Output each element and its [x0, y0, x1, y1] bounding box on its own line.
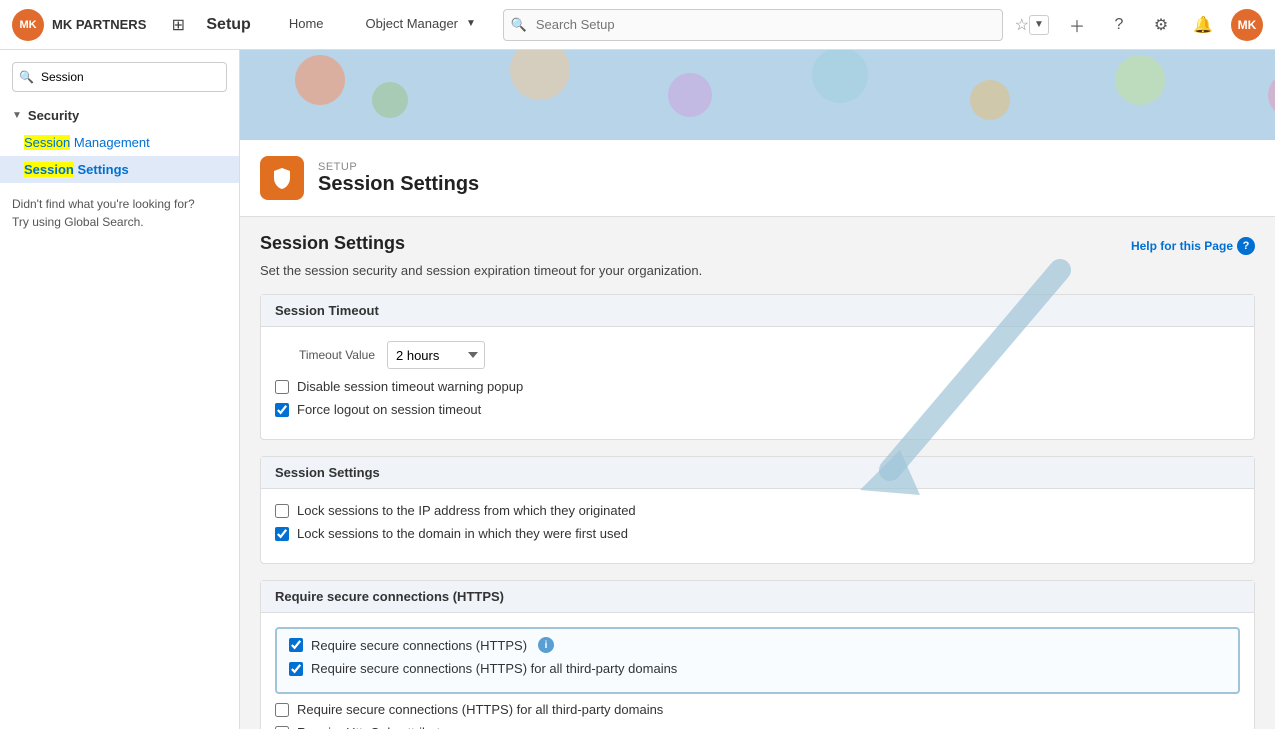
require-https-label: Require secure connections (HTTPS): [311, 638, 527, 653]
lock-domain-row: Lock sessions to the domain in which the…: [275, 526, 1240, 541]
main-wrapper: SETUP Session Settings Session Settings …: [240, 50, 1275, 729]
require-https-checkbox[interactable]: [289, 638, 303, 652]
sidebar-section-security[interactable]: ▼ Security: [0, 102, 239, 129]
favorites-dropdown-button[interactable]: ▼: [1029, 15, 1049, 35]
page-header-text: SETUP Session Settings: [318, 161, 479, 196]
page-icon: [260, 156, 304, 200]
require-https-third-party-checkbox2[interactable]: [275, 703, 289, 717]
force-logout-checkbox[interactable]: [275, 403, 289, 417]
require-https-row: Require secure connections (HTTPS) i: [289, 637, 1226, 653]
content-title: Session Settings: [260, 233, 405, 254]
require-https-third-party-label: Require secure connections (HTTPS) for a…: [311, 661, 677, 676]
lock-domain-checkbox[interactable]: [275, 527, 289, 541]
search-input[interactable]: [503, 9, 1003, 41]
content-title-row: Session Settings Help for this Page ?: [260, 233, 1255, 255]
lock-domain-label: Lock sessions to the domain in which the…: [297, 526, 628, 541]
add-button[interactable]: ＋: [1063, 11, 1091, 39]
grid-icon[interactable]: ⊞: [164, 11, 192, 39]
force-logout-label: Force logout on session timeout: [297, 402, 481, 417]
require-httponly-checkbox[interactable]: [275, 726, 289, 729]
session-timeout-body: Timeout Value 2 hours 30 minutes 1 hour …: [261, 327, 1254, 439]
sidebar-search-input[interactable]: [12, 62, 227, 92]
page-header-title: Session Settings: [318, 173, 479, 196]
timeout-label: Timeout Value: [275, 348, 375, 362]
disable-timeout-warning-checkbox[interactable]: [275, 380, 289, 394]
sidebar-search-icon: 🔍: [19, 70, 34, 84]
page-header: SETUP Session Settings: [240, 140, 1275, 217]
disable-timeout-warning-label: Disable session timeout warning popup: [297, 379, 523, 394]
require-https-third-party-row2: Require secure connections (HTTPS) for a…: [275, 702, 1240, 717]
setup-breadcrumb: SETUP: [318, 161, 479, 173]
require-httponly-row: Require HttpOnly attribute: [275, 725, 1240, 729]
company-name: MK PARTNERS: [52, 17, 146, 32]
object-manager-tab[interactable]: Object Manager ▼: [350, 0, 492, 50]
timeout-select[interactable]: 2 hours 30 minutes 1 hour 4 hours 8 hour…: [387, 341, 485, 369]
banner-area: [240, 50, 1275, 140]
top-navigation: MK MK PARTNERS ⊞ Setup Home Object Manag…: [0, 0, 1275, 50]
require-httponly-label: Require HttpOnly attribute: [297, 725, 447, 729]
session-timeout-header: Session Timeout: [261, 295, 1254, 327]
sidebar: 🔍 ▼ Security Session Management Session …: [0, 50, 240, 729]
https-section: Require secure connections (HTTPS) Requi…: [260, 580, 1255, 729]
sidebar-item-session-settings[interactable]: Session Settings: [0, 156, 239, 183]
disable-timeout-warning-row: Disable session timeout warning popup: [275, 379, 1240, 394]
sidebar-item-session-management[interactable]: Session Management: [0, 129, 239, 156]
home-tab[interactable]: Home: [273, 0, 340, 50]
content-description: Set the session security and session exp…: [260, 263, 1255, 278]
require-https-third-party-checkbox[interactable]: [289, 662, 303, 676]
timeout-value-row: Timeout Value 2 hours 30 minutes 1 hour …: [275, 341, 1240, 369]
force-logout-row: Force logout on session timeout: [275, 402, 1240, 417]
session-timeout-section: Session Timeout Timeout Value 2 hours 30…: [260, 294, 1255, 440]
lock-ip-label: Lock sessions to the IP address from whi…: [297, 503, 636, 518]
help-icon[interactable]: ?: [1105, 11, 1133, 39]
chevron-down-icon: ▼: [466, 18, 476, 29]
help-circle-icon: ?: [1237, 237, 1255, 255]
sidebar-section-label: Security: [28, 108, 79, 123]
top-nav-actions: ☆ ▼ ＋ ? ⚙ 🔔 MK: [1015, 9, 1263, 41]
content-body: Session Settings Help for this Page ? Se…: [240, 217, 1275, 729]
search-bar-area: 🔍: [503, 9, 1003, 41]
page-layout: 🔍 ▼ Security Session Management Session …: [0, 50, 1275, 729]
chevron-icon: ▼: [12, 110, 22, 121]
https-body: Require secure connections (HTTPS) i Req…: [261, 613, 1254, 729]
notifications-icon[interactable]: 🔔: [1189, 11, 1217, 39]
https-info-icon[interactable]: i: [538, 637, 554, 653]
logo-area[interactable]: MK MK PARTNERS: [12, 9, 146, 41]
session-settings-header: Session Settings: [261, 457, 1254, 489]
lock-ip-checkbox[interactable]: [275, 504, 289, 518]
sidebar-not-found-text: Didn't find what you're looking for? Try…: [0, 183, 239, 243]
https-header: Require secure connections (HTTPS): [261, 581, 1254, 613]
user-avatar[interactable]: MK: [1231, 9, 1263, 41]
help-link[interactable]: Help for this Page ?: [1131, 237, 1255, 255]
settings-icon[interactable]: ⚙: [1147, 11, 1175, 39]
setup-label: Setup: [206, 16, 250, 34]
require-https-third-party-row: Require secure connections (HTTPS) for a…: [289, 661, 1226, 676]
sidebar-search-area: 🔍: [0, 62, 239, 102]
require-https-third-party-label2: Require secure connections (HTTPS) for a…: [297, 702, 663, 717]
logo-icon: MK: [12, 9, 44, 41]
favorites-area: ☆ ▼: [1015, 15, 1049, 35]
session-settings-section: Session Settings Lock sessions to the IP…: [260, 456, 1255, 564]
star-icon[interactable]: ☆: [1015, 15, 1029, 35]
session-settings-body: Lock sessions to the IP address from whi…: [261, 489, 1254, 563]
search-icon: 🔍: [511, 17, 527, 33]
main-content: Session Settings Help for this Page ? Se…: [240, 217, 1275, 729]
https-highlight-box: Require secure connections (HTTPS) i Req…: [275, 627, 1240, 694]
lock-ip-row: Lock sessions to the IP address from whi…: [275, 503, 1240, 518]
